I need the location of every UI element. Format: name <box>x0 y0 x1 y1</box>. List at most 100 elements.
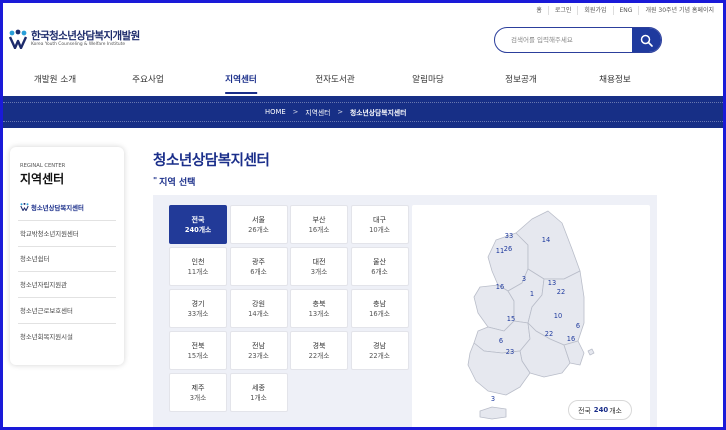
chevron-right-icon: > <box>292 108 299 116</box>
region-name: 강원 <box>251 298 266 308</box>
region-button[interactable]: 서울 26개소 <box>229 205 288 244</box>
sidebar-item-labor-protection[interactable]: 청소년근로보호센터 <box>18 298 116 324</box>
region-button[interactable]: 전국 240개소 <box>169 205 227 244</box>
region-count: 240개소 <box>184 225 212 234</box>
sidebar-eyebrow: REGINAL CENTER <box>20 163 66 169</box>
region-name: 제주 <box>191 382 205 392</box>
breadcrumb-current[interactable]: 청소년상담복지센터 <box>350 107 406 117</box>
nav-item-about[interactable]: 개발원 소개 <box>34 66 76 96</box>
map-count-label[interactable]: 11 <box>496 247 504 255</box>
utility-link-login[interactable]: 로그인 <box>547 5 578 15</box>
sidebar-item-out-of-school[interactable]: 학교밖청소년지원센터 <box>18 221 116 247</box>
main-nav: 개발원 소개 주요사업 지역센터 전자도서관 알림마당 정보공개 채용정보 <box>0 66 726 96</box>
map-count-label[interactable]: 23 <box>506 348 514 356</box>
region-count: 16개소 <box>369 309 390 318</box>
region-button[interactable]: 제주 3개소 <box>169 373 227 412</box>
search-button[interactable] <box>632 28 661 52</box>
map-count-label[interactable]: 3 <box>491 395 495 403</box>
sidebar-item-recovery[interactable]: 청소년회복지원시설 <box>18 324 116 350</box>
region-button[interactable]: 인천 11개소 <box>169 247 227 286</box>
utility-link-anniversary[interactable]: 개원 30주년 기념 홈페이지 <box>638 5 720 15</box>
search-input[interactable] <box>495 28 632 52</box>
region-count: 15개소 <box>187 351 209 360</box>
region-count: 10개소 <box>369 225 390 234</box>
map-count-label[interactable]: 16 <box>567 335 575 343</box>
total-label: 전국 <box>578 407 591 415</box>
logo-name-kr: 한국청소년상담복지개발원 <box>31 30 140 42</box>
korea-map: 33 14 26 11 3 13 16 1 22 15 10 6 6 22 16 23 3 전국 240 개소 <box>412 205 650 430</box>
region-count: 14개소 <box>248 309 269 318</box>
sidebar-item-label: 청소년쉼터 <box>20 255 50 264</box>
region-name: 경남 <box>372 340 387 350</box>
sidebar-item-shelter[interactable]: 청소년쉼터 <box>18 247 116 273</box>
map-count-label[interactable]: 33 <box>505 232 513 240</box>
region-button[interactable]: 경북 22개소 <box>290 331 348 370</box>
map-count-label[interactable]: 3 <box>522 275 526 283</box>
region-button[interactable]: 전남 23개소 <box>229 331 288 370</box>
utility-link-eng[interactable]: ENG <box>612 5 639 15</box>
region-count: 6개소 <box>371 267 388 276</box>
utility-link-home[interactable]: 홈 <box>530 6 548 15</box>
search-box <box>494 27 662 53</box>
region-name: 경북 <box>312 340 326 350</box>
nav-item-business[interactable]: 주요사업 <box>132 66 164 96</box>
section-title: " 지역 선택 <box>153 176 196 188</box>
map-count-label[interactable]: 1 <box>530 290 534 298</box>
region-panel: 전국 240개소 서울 26개소 부산 16개소 대구 10개소 인천 11개소 광주 6개소 대전 3개… <box>153 195 657 430</box>
region-count: 13개소 <box>308 309 330 318</box>
region-name: 충북 <box>312 298 326 308</box>
nav-item-recruit[interactable]: 채용정보 <box>599 66 631 96</box>
region-button[interactable]: 부산 16개소 <box>290 205 348 244</box>
nav-item-regional-center[interactable]: 지역센터 <box>225 66 257 96</box>
sidebar-item-counseling-center[interactable]: 청소년상담복지센터 <box>18 195 116 221</box>
region-count: 6개소 <box>250 267 267 276</box>
region-count: 1개소 <box>250 393 267 402</box>
total-count-badge: 전국 240 개소 <box>568 400 632 420</box>
map-count-label[interactable]: 16 <box>496 283 504 291</box>
nav-item-library[interactable]: 전자도서관 <box>315 66 355 96</box>
breadcrumb-regional-center[interactable]: 지역센터 <box>305 107 330 117</box>
region-count: 3개소 <box>189 393 207 402</box>
region-count: 11개소 <box>187 267 209 276</box>
map-count-label[interactable]: 26 <box>504 245 512 253</box>
region-count: 26개소 <box>248 225 269 234</box>
map-count-label[interactable]: 15 <box>507 315 515 323</box>
region-button[interactable]: 울산 6개소 <box>350 247 409 286</box>
region-name: 울산 <box>372 256 387 266</box>
map-count-label[interactable]: 6 <box>576 322 580 330</box>
map-count-label[interactable]: 22 <box>557 288 565 296</box>
sidebar-item-independence[interactable]: 청소년자립지원관 <box>18 272 116 299</box>
region-button[interactable]: 광주 6개소 <box>229 247 288 286</box>
sidebar-item-label: 청소년회복지원시설 <box>20 333 73 342</box>
breadcrumb-home[interactable]: HOME <box>265 108 286 116</box>
quote-icon: " <box>153 176 158 185</box>
total-unit: 개소 <box>609 407 622 415</box>
page-title: 청소년상담복지센터 <box>153 153 270 169</box>
map-count-label[interactable]: 22 <box>545 330 553 338</box>
region-button[interactable]: 강원 14개소 <box>229 289 288 328</box>
region-button[interactable]: 대구 10개소 <box>350 205 409 244</box>
region-button[interactable]: 세종 1개소 <box>229 373 288 412</box>
map-count-label[interactable]: 13 <box>548 279 556 287</box>
region-button[interactable]: 대전 3개소 <box>290 247 348 286</box>
nav-item-disclosure[interactable]: 정보공개 <box>505 66 537 96</box>
utility-link-signup[interactable]: 회원가입 <box>577 5 612 15</box>
breadcrumb: HOME > 지역센터 > 청소년상담복지센터 <box>265 96 406 128</box>
map-count-label[interactable]: 6 <box>499 337 503 345</box>
total-value: 240 <box>593 406 609 414</box>
map-region-jeju <box>479 406 507 420</box>
region-name: 경기 <box>191 298 205 308</box>
region-button[interactable]: 전북 15개소 <box>169 331 227 370</box>
nav-item-notice[interactable]: 알림마당 <box>412 66 444 96</box>
map-count-label[interactable]: 14 <box>542 236 550 244</box>
region-button[interactable]: 충남 16개소 <box>350 289 409 328</box>
map-count-label[interactable]: 10 <box>554 312 562 320</box>
sidebar-item-label: 청소년근로보호센터 <box>20 307 73 316</box>
region-button[interactable]: 충북 13개소 <box>290 289 348 328</box>
sidebar-item-label: 청소년자립지원관 <box>20 281 68 290</box>
map-region-ulleung <box>587 348 595 356</box>
korea-map-svg: 33 14 2611 3 13 16 1 22 15 10 6 6 22 16 23 3 <box>467 210 595 420</box>
site-logo[interactable]: 한국청소년상담복지개발원 Korea Youth Counseling & We… <box>8 29 140 50</box>
region-button[interactable]: 경기 33개소 <box>169 289 227 328</box>
region-button[interactable]: 경남 22개소 <box>350 331 409 370</box>
